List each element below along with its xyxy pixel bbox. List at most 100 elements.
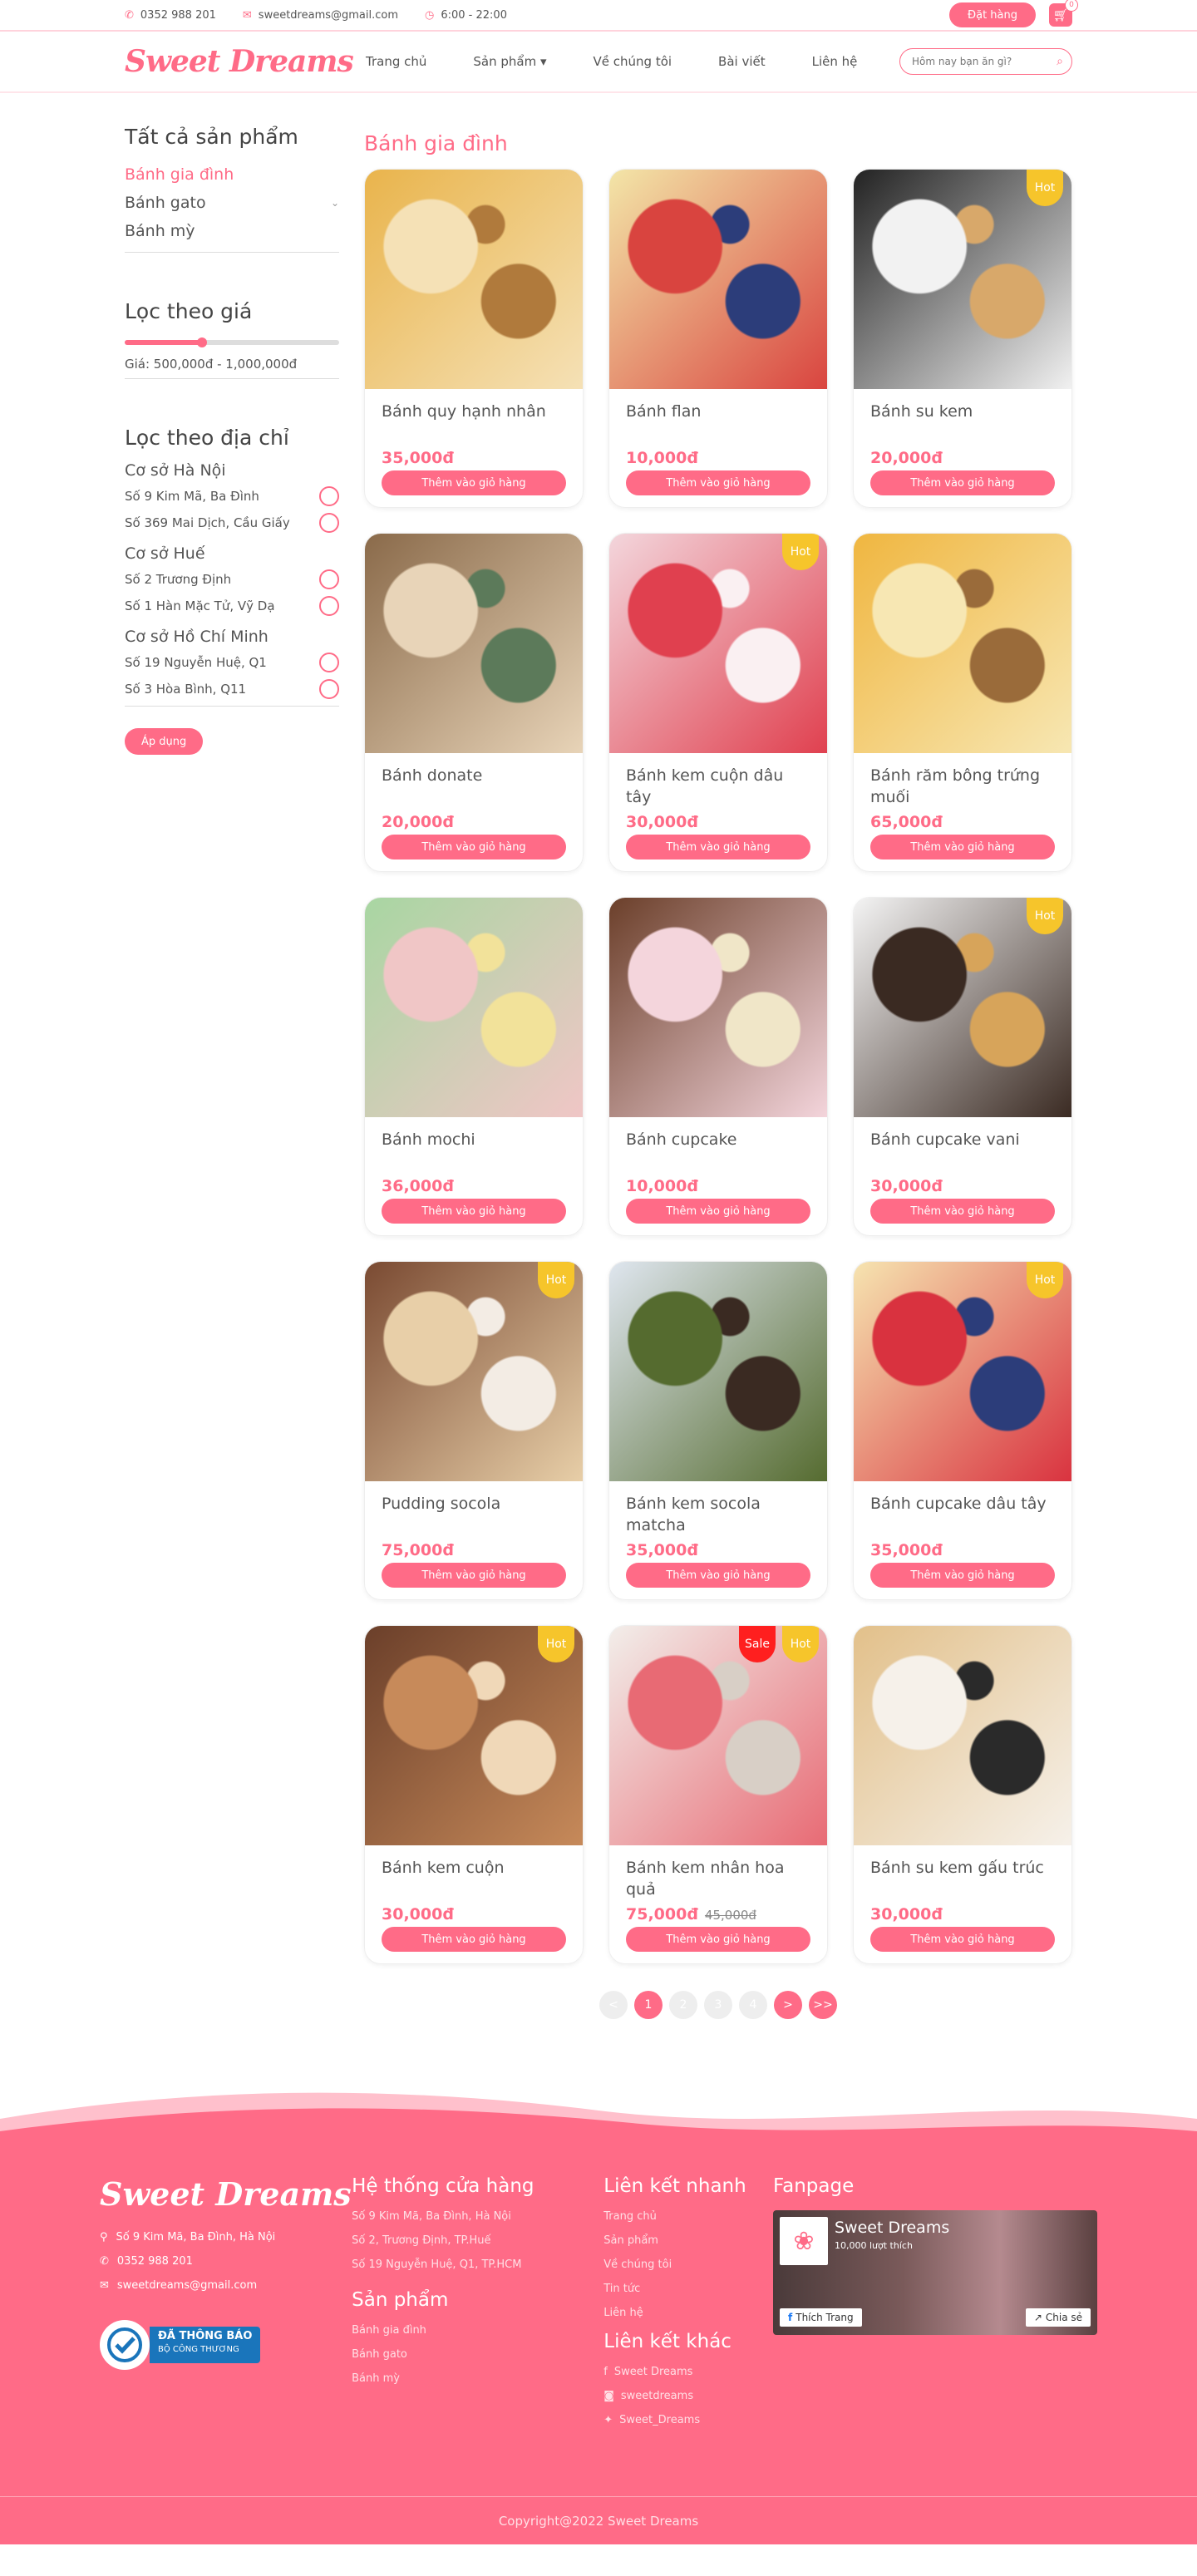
facebook-link[interactable]: f Sweet Dreams [603, 2366, 773, 2378]
product-image[interactable]: Hot [854, 170, 1071, 389]
page-button[interactable]: > [774, 1991, 802, 2019]
product-name[interactable]: Bánh kem cuộn [382, 1857, 566, 1900]
add-to-cart-button[interactable]: Thêm vào giỏ hàng [626, 470, 810, 495]
address-radio[interactable] [319, 486, 339, 506]
product-name[interactable]: Bánh su kem [870, 401, 1055, 444]
apply-button[interactable]: Áp dụng [125, 728, 204, 755]
product-card[interactable]: Bánh su kem gấu trúc 30,000đ Thêm vào giỏ … [853, 1625, 1072, 1964]
product-card[interactable]: Bánh quy hạnh nhân 35,000đ Thêm vào giỏ hà… [364, 169, 584, 508]
product-image[interactable] [365, 170, 583, 389]
address-option[interactable]: Số 3 Hòa Bình, Q11 [125, 679, 339, 699]
quick-link[interactable]: Sản phẩm [603, 2234, 773, 2247]
product-name[interactable]: Bánh cupcake dâu tây [870, 1493, 1055, 1536]
product-image[interactable] [609, 898, 827, 1117]
add-to-cart-button[interactable]: Thêm vào giỏ hàng [626, 835, 810, 859]
add-to-cart-button[interactable]: Thêm vào giỏ hàng [626, 1199, 810, 1224]
add-to-cart-button[interactable]: Thêm vào giỏ hàng [870, 1563, 1055, 1588]
product-name[interactable]: Bánh kem socola matcha [626, 1493, 810, 1536]
address-radio[interactable] [319, 513, 339, 533]
cart-button[interactable]: 🛒︎ 0 [1049, 0, 1078, 27]
product-card[interactable]: Hot Bánh su kem 20,000đ Thêm vào giỏ hàng [853, 169, 1072, 508]
store-address-link[interactable]: Số 2, Trương Định, TP.Huế [352, 2234, 603, 2247]
address-radio[interactable] [319, 653, 339, 672]
address-option[interactable]: Số 369 Mai Dịch, Cầu Giấy [125, 513, 339, 533]
product-image[interactable] [609, 1262, 827, 1481]
page-button[interactable]: >> [809, 1991, 837, 2019]
logo[interactable]: Sweet Dreams [125, 44, 366, 79]
add-to-cart-button[interactable]: Thêm vào giỏ hàng [382, 1199, 566, 1224]
product-image[interactable]: Hot [609, 534, 827, 753]
product-card[interactable]: Bánh kem socola matcha 35,000đ Thêm vào gi… [608, 1261, 828, 1600]
product-image[interactable] [609, 170, 827, 389]
add-to-cart-button[interactable]: Thêm vào giỏ hàng [626, 1927, 810, 1952]
page-button[interactable]: 2 [669, 1991, 697, 2019]
product-name[interactable]: Pudding socola [382, 1493, 566, 1536]
store-address-link[interactable]: Số 19 Nguyễn Huệ, Q1, TP.HCM [352, 2258, 603, 2271]
product-card[interactable]: Hot Bánh kem cuộn dâu tây 30,000đ Thêm vào … [608, 533, 828, 872]
quick-link[interactable]: Về chúng tôi [603, 2258, 773, 2271]
chevron-down-icon[interactable]: ⌄ [331, 197, 339, 209]
page-button[interactable]: < [599, 1991, 628, 2019]
quick-link[interactable]: Liên hệ [603, 2307, 773, 2319]
price-slider-handle[interactable] [196, 337, 207, 347]
product-name[interactable]: Bánh kem nhân hoa quả [626, 1857, 810, 1900]
add-to-cart-button[interactable]: Thêm vào giỏ hàng [626, 1563, 810, 1588]
add-to-cart-button[interactable]: Thêm vào giỏ hàng [382, 1563, 566, 1588]
category-family[interactable]: Bánh gia đình [125, 160, 339, 189]
order-button[interactable]: Đặt hàng [949, 2, 1036, 27]
page-button[interactable]: 3 [704, 1991, 732, 2019]
product-card[interactable]: Hot Bánh cupcake vani 30,000đ Thêm vào giỏ … [853, 897, 1072, 1236]
address-radio[interactable] [319, 596, 339, 616]
product-name[interactable]: Bánh cupcake [626, 1129, 810, 1172]
quick-link[interactable]: Tin tức [603, 2283, 773, 2295]
product-card[interactable]: Bánh donate 20,000đ Thêm vào giỏ hàng [364, 533, 584, 872]
product-name[interactable]: Bánh răm bông trứng muối [870, 765, 1055, 808]
product-name[interactable]: Bánh quy hạnh nhân [382, 401, 566, 444]
product-image[interactable]: Hot [854, 898, 1071, 1117]
facebook-widget[interactable]: ❀ Sweet Dreams 10,000 lượt thích f Thích … [773, 2210, 1097, 2335]
product-card[interactable]: Bánh mochi 36,000đ Thêm vào giỏ hàng [364, 897, 584, 1236]
product-card[interactable]: Hot Sale Bánh kem nhân hoa quả 75,000đ 45,00… [608, 1625, 828, 1964]
add-to-cart-button[interactable]: Thêm vào giỏ hàng [870, 1199, 1055, 1224]
address-radio[interactable] [319, 679, 339, 699]
product-card[interactable]: Hot Bánh kem cuộn 30,000đ Thêm vào giỏ hàng [364, 1625, 584, 1964]
search-icon[interactable]: ⌕ [1057, 55, 1063, 68]
product-name[interactable]: Bánh mochi [382, 1129, 566, 1172]
product-image[interactable]: Hot Sale [609, 1626, 827, 1845]
address-option[interactable]: Số 9 Kim Mã, Ba Đình [125, 486, 339, 506]
quick-link[interactable]: Trang chủ [603, 2210, 773, 2223]
add-to-cart-button[interactable]: Thêm vào giỏ hàng [870, 835, 1055, 859]
footer-logo[interactable]: Sweet Dreams [100, 2175, 352, 2213]
product-name[interactable]: Bánh kem cuộn dâu tây [626, 765, 810, 808]
nav-item-about[interactable]: Về chúng tôi [594, 54, 672, 69]
footer-product-link[interactable]: Bánh mỳ [352, 2372, 603, 2385]
product-image[interactable] [365, 898, 583, 1117]
footer-product-link[interactable]: Bánh gato [352, 2348, 603, 2361]
like-page-button[interactable]: f Thích Trang [780, 2308, 862, 2327]
share-button[interactable]: ↗ Chia sẻ [1025, 2308, 1091, 2327]
product-card[interactable]: Hot Bánh cupcake dâu tây 35,000đ Thêm vào g… [853, 1261, 1072, 1600]
page-button[interactable]: 1 [634, 1991, 663, 2019]
product-card[interactable]: Hot Pudding socola 75,000đ Thêm vào giỏ hàn… [364, 1261, 584, 1600]
twitter-link[interactable]: ✦ Sweet_Dreams [603, 2414, 773, 2426]
address-radio[interactable] [319, 569, 339, 589]
instagram-link[interactable]: ◙ sweetdreams [603, 2390, 773, 2402]
product-image[interactable] [854, 534, 1071, 753]
product-image[interactable]: Hot [365, 1262, 583, 1481]
product-name[interactable]: Bánh cupcake vani [870, 1129, 1055, 1172]
nav-item-products[interactable]: Sản phẩm ▾ [473, 54, 546, 69]
product-name[interactable]: Bánh donate [382, 765, 566, 808]
add-to-cart-button[interactable]: Thêm vào giỏ hàng [382, 470, 566, 495]
address-option[interactable]: Số 2 Trương Định [125, 569, 339, 589]
product-card[interactable]: Bánh cupcake 10,000đ Thêm vào giỏ hàng [608, 897, 828, 1236]
footer-product-link[interactable]: Bánh gia đình [352, 2324, 603, 2337]
add-to-cart-button[interactable]: Thêm vào giỏ hàng [382, 835, 566, 859]
add-to-cart-button[interactable]: Thêm vào giỏ hàng [382, 1927, 566, 1952]
product-image[interactable]: Hot [854, 1262, 1071, 1481]
store-address-link[interactable]: Số 9 Kim Mã, Ba Đình, Hà Nội [352, 2210, 603, 2223]
product-image[interactable]: Hot [365, 1626, 583, 1845]
add-to-cart-button[interactable]: Thêm vào giỏ hàng [870, 1927, 1055, 1952]
product-image[interactable] [365, 534, 583, 753]
search-input[interactable] [912, 56, 1057, 67]
product-card[interactable]: Bánh flan 10,000đ Thêm vào giỏ hàng [608, 169, 828, 508]
